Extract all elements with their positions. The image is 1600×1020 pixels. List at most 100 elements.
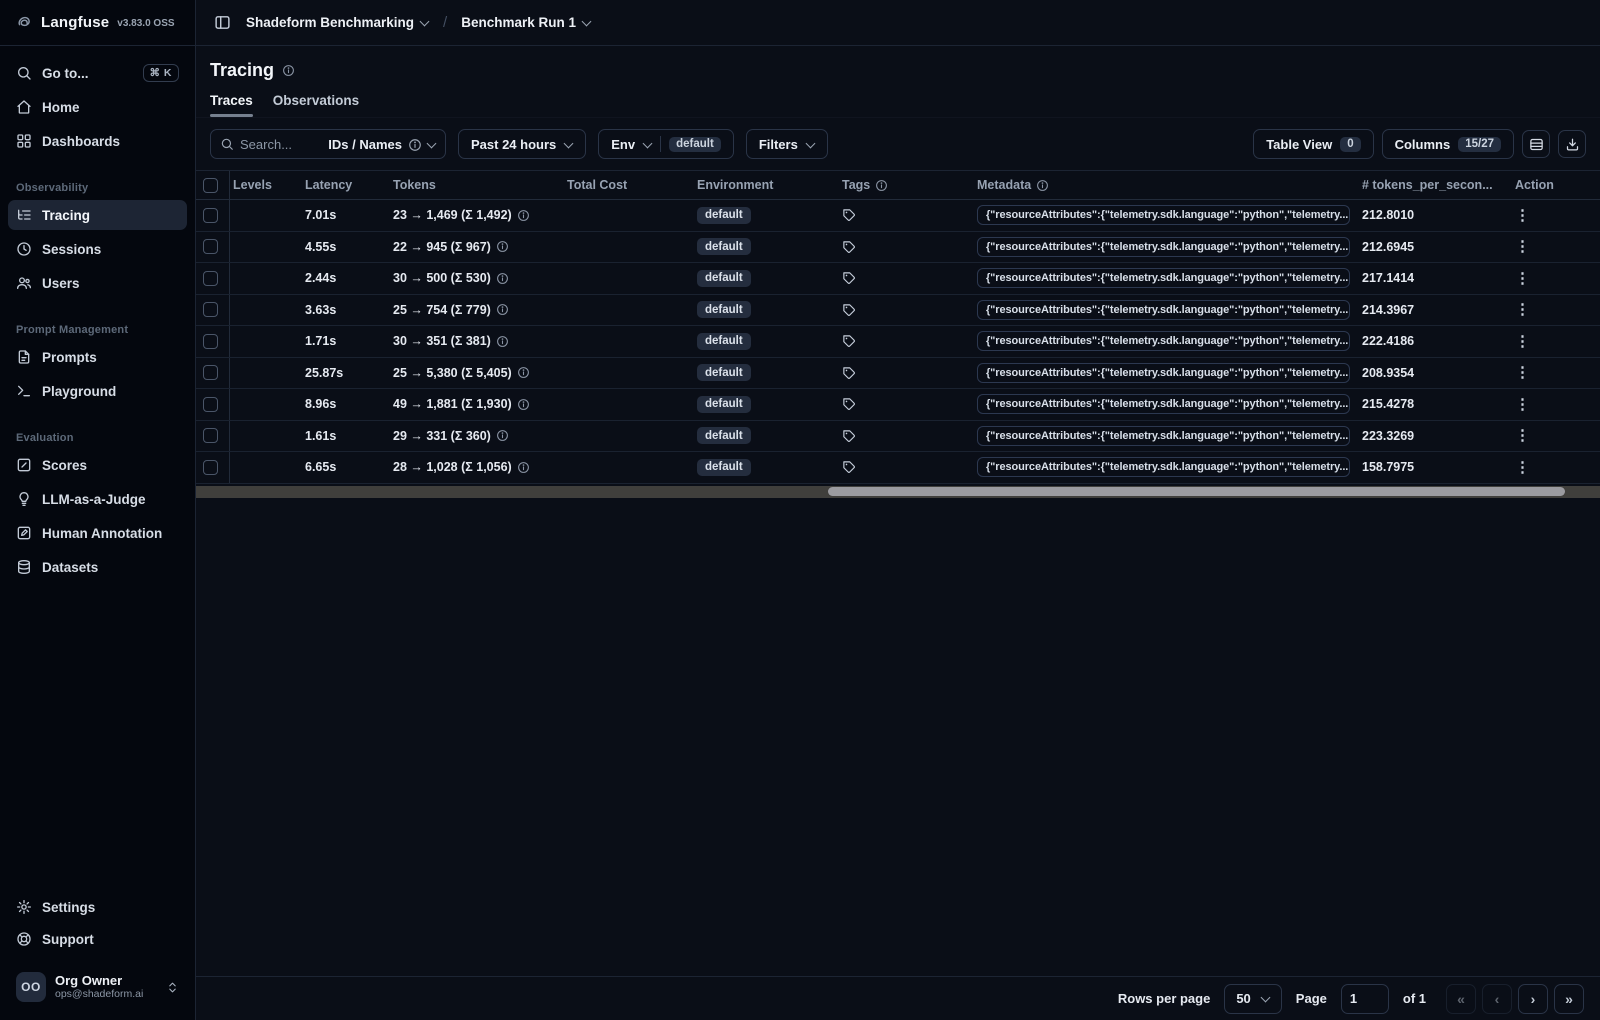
tab-observations[interactable]: Observations — [273, 93, 359, 117]
column-header-environment[interactable]: Environment — [694, 178, 839, 192]
sidebar-item-support[interactable]: Support — [8, 924, 187, 954]
row-actions-menu[interactable]: ⋮ — [1515, 208, 1530, 223]
tag-icon[interactable] — [842, 271, 856, 285]
sidebar-item-human-annotation[interactable]: Human Annotation — [8, 518, 187, 548]
info-icon[interactable] — [496, 272, 509, 285]
info-icon[interactable] — [517, 398, 530, 411]
search-type-dropdown[interactable]: IDs / Names — [328, 137, 436, 152]
sidebar-toggle-button[interactable] — [208, 9, 236, 37]
filters-button[interactable]: Filters — [745, 129, 828, 159]
table-row[interactable]: 8.96s 49 → 1,881 (Σ 1,930) default {"res… — [196, 389, 1600, 421]
metadata-pill[interactable]: {"resourceAttributes":{"telemetry.sdk.la… — [977, 331, 1350, 352]
tag-icon[interactable] — [842, 397, 856, 411]
row-checkbox[interactable] — [203, 365, 218, 381]
column-header-tags[interactable]: Tags — [839, 178, 974, 192]
row-checkbox[interactable] — [203, 396, 218, 412]
info-icon[interactable] — [496, 335, 509, 348]
row-checkbox[interactable] — [203, 302, 218, 318]
column-header-total-cost[interactable]: Total Cost — [564, 178, 694, 192]
tag-icon[interactable] — [842, 460, 856, 474]
metadata-pill[interactable]: {"resourceAttributes":{"telemetry.sdk.la… — [977, 394, 1350, 415]
page-number-input[interactable] — [1340, 983, 1389, 1014]
table-row[interactable]: 25.87s 25 → 5,380 (Σ 5,405) default {"re… — [196, 357, 1600, 389]
horizontal-scrollbar[interactable] — [196, 485, 1600, 498]
metadata-pill[interactable]: {"resourceAttributes":{"telemetry.sdk.la… — [977, 457, 1350, 478]
row-height-button[interactable] — [1522, 130, 1550, 158]
row-actions-menu[interactable]: ⋮ — [1515, 397, 1530, 412]
row-checkbox[interactable] — [203, 207, 218, 223]
column-header-levels[interactable]: Levels — [230, 178, 302, 192]
user-menu[interactable]: OO Org Owner ops@shadeform.ai — [10, 968, 185, 1006]
tag-icon[interactable] — [842, 366, 856, 380]
row-actions-menu[interactable]: ⋮ — [1515, 334, 1530, 349]
tag-icon[interactable] — [842, 429, 856, 443]
goto-search[interactable]: Go to... ⌘ K — [8, 58, 187, 88]
env-filter-button[interactable]: Env default — [598, 129, 734, 159]
info-icon[interactable] — [496, 240, 509, 253]
table-row[interactable]: 1.71s 30 → 351 (Σ 381) default {"resourc… — [196, 326, 1600, 358]
row-actions-menu[interactable]: ⋮ — [1515, 239, 1530, 254]
metadata-pill[interactable]: {"resourceAttributes":{"telemetry.sdk.la… — [977, 236, 1350, 257]
sidebar-item-datasets[interactable]: Datasets — [8, 552, 187, 582]
info-icon[interactable] — [517, 461, 530, 474]
time-range-button[interactable]: Past 24 hours — [458, 129, 587, 159]
search-box[interactable]: IDs / Names — [210, 129, 446, 159]
info-icon[interactable] — [282, 64, 295, 77]
metadata-pill[interactable]: {"resourceAttributes":{"telemetry.sdk.la… — [977, 268, 1350, 289]
row-actions-menu[interactable]: ⋮ — [1515, 460, 1530, 475]
tag-icon[interactable] — [842, 303, 856, 317]
first-page-button[interactable]: « — [1446, 983, 1476, 1014]
sidebar-item-users[interactable]: Users — [8, 268, 187, 298]
info-icon[interactable] — [496, 429, 509, 442]
row-actions-menu[interactable]: ⋮ — [1515, 271, 1530, 286]
column-header-tokens-per-second[interactable]: # tokens_per_secon... — [1359, 178, 1507, 192]
row-checkbox[interactable] — [203, 239, 218, 255]
metadata-pill[interactable]: {"resourceAttributes":{"telemetry.sdk.la… — [977, 205, 1350, 226]
select-all-checkbox[interactable] — [203, 177, 218, 193]
row-actions-menu[interactable]: ⋮ — [1515, 365, 1530, 380]
tag-icon[interactable] — [842, 208, 856, 222]
scrollbar-thumb[interactable] — [827, 487, 1565, 496]
row-checkbox[interactable] — [203, 459, 218, 475]
row-actions-menu[interactable]: ⋮ — [1515, 302, 1530, 317]
sidebar-item-settings[interactable]: Settings — [8, 892, 187, 922]
sidebar-item-tracing[interactable]: Tracing — [8, 200, 187, 230]
table-view-button[interactable]: Table View 0 — [1253, 129, 1374, 159]
tag-icon[interactable] — [842, 240, 856, 254]
search-input[interactable] — [240, 136, 306, 152]
info-icon[interactable] — [517, 366, 530, 379]
row-actions-menu[interactable]: ⋮ — [1515, 428, 1530, 443]
row-checkbox[interactable] — [203, 270, 218, 286]
table-row[interactable]: 4.55s 22 → 945 (Σ 967) default {"resourc… — [196, 231, 1600, 263]
sidebar-item-home[interactable]: Home — [8, 92, 187, 122]
breadcrumb-org[interactable]: Shadeform Benchmarking — [246, 15, 429, 30]
sidebar-item-playground[interactable]: Playground — [8, 376, 187, 406]
sidebar-item-prompts[interactable]: Prompts — [8, 342, 187, 372]
column-header-tokens[interactable]: Tokens — [390, 178, 564, 192]
last-page-button[interactable]: » — [1554, 983, 1584, 1014]
tag-icon[interactable] — [842, 334, 856, 348]
table-row[interactable]: 3.63s 25 → 754 (Σ 779) default {"resourc… — [196, 294, 1600, 326]
previous-page-button[interactable]: ‹ — [1482, 983, 1512, 1014]
next-page-button[interactable]: › — [1518, 983, 1548, 1014]
metadata-pill[interactable]: {"resourceAttributes":{"telemetry.sdk.la… — [977, 299, 1350, 320]
columns-button[interactable]: Columns 15/27 — [1381, 129, 1514, 159]
table-row[interactable]: 7.01s 23 → 1,469 (Σ 1,492) default {"res… — [196, 200, 1600, 232]
metadata-pill[interactable]: {"resourceAttributes":{"telemetry.sdk.la… — [977, 362, 1350, 383]
info-icon[interactable] — [496, 303, 509, 316]
tab-traces[interactable]: Traces — [210, 93, 253, 117]
sidebar-item-scores[interactable]: Scores — [8, 450, 187, 480]
row-checkbox[interactable] — [203, 333, 218, 349]
export-button[interactable] — [1558, 130, 1586, 158]
info-icon[interactable] — [517, 209, 530, 222]
metadata-pill[interactable]: {"resourceAttributes":{"telemetry.sdk.la… — [977, 425, 1350, 446]
breadcrumb-project[interactable]: Benchmark Run 1 — [461, 15, 591, 30]
table-row[interactable]: 6.65s 28 → 1,028 (Σ 1,056) default {"res… — [196, 452, 1600, 484]
sidebar-item-llm-as-a-judge[interactable]: LLM-as-a-Judge — [8, 484, 187, 514]
sidebar-item-dashboards[interactable]: Dashboards — [8, 126, 187, 156]
sidebar-item-sessions[interactable]: Sessions — [8, 234, 187, 264]
column-header-metadata[interactable]: Metadata — [974, 178, 1359, 192]
rows-per-page-select[interactable]: 50 — [1224, 983, 1282, 1014]
row-checkbox[interactable] — [203, 428, 218, 444]
table-row[interactable]: 2.44s 30 → 500 (Σ 530) default {"resourc… — [196, 263, 1600, 295]
